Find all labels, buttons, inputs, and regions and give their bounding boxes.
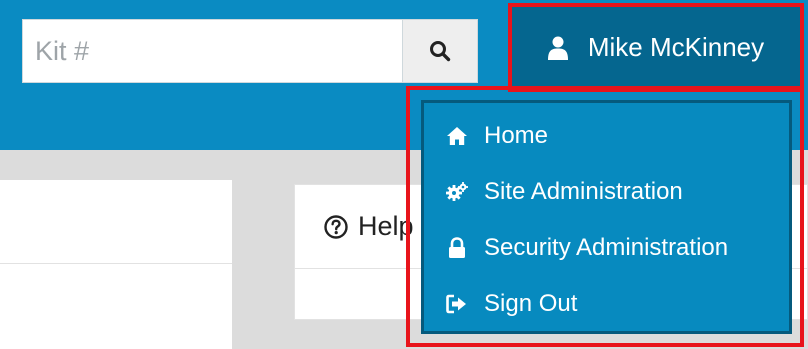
gears-icon: [446, 181, 468, 203]
kit-search-field[interactable]: [22, 19, 403, 83]
user-dropdown-menu: Home Site Administration Security Admini…: [421, 100, 792, 334]
menu-item-security-administration[interactable]: Security Administration: [424, 220, 789, 276]
kit-search-input[interactable]: [23, 20, 402, 82]
search-icon: [430, 41, 451, 62]
menu-item-label: Sign Out: [484, 290, 578, 317]
panel-header: [0, 180, 232, 264]
menu-item-site-administration[interactable]: Site Administration: [424, 164, 789, 220]
search-button[interactable]: [402, 19, 478, 83]
content-panel: [0, 180, 232, 349]
menu-item-home[interactable]: Home: [424, 108, 789, 164]
menu-item-label: Home: [484, 122, 549, 149]
help-panel-title: Help: [358, 211, 414, 241]
user-menu-button[interactable]: Mike McKinney: [511, 6, 801, 89]
home-icon: [446, 125, 468, 147]
question-circle-icon: [324, 214, 348, 239]
sign-out-icon: [446, 293, 468, 315]
user-icon: [547, 36, 568, 60]
menu-item-sign-out[interactable]: Sign Out: [424, 276, 789, 332]
user-name: Mike McKinney: [587, 32, 765, 62]
menu-item-label: Site Administration: [484, 178, 683, 205]
lock-icon: [446, 237, 468, 259]
menu-item-label: Security Administration: [484, 234, 729, 261]
